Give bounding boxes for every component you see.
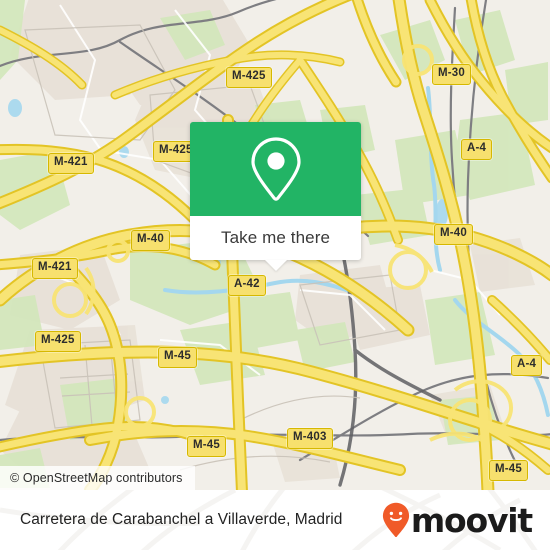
take-me-there-label: Take me there xyxy=(220,228,331,247)
highway-shield: M-425 xyxy=(35,331,81,352)
highway-shield: M-45 xyxy=(158,347,198,368)
highway-shield: M-45 xyxy=(187,436,227,457)
highway-shield: M-45 xyxy=(489,460,529,481)
take-me-there-button[interactable]: Take me there xyxy=(190,216,361,271)
card-pin-area xyxy=(190,122,361,216)
osm-attribution-text: © OpenStreetMap contributors xyxy=(10,471,183,485)
highway-shield: A-42 xyxy=(228,275,266,296)
footer-content: Carretera de Carabanchel a Villaverde, M… xyxy=(0,490,550,550)
moovit-wordmark: moovit xyxy=(410,500,533,540)
highway-shield: M-421 xyxy=(48,153,94,174)
highway-shield: M-40 xyxy=(434,224,474,245)
osm-attribution[interactable]: © OpenStreetMap contributors xyxy=(0,466,195,490)
card-pointer-tail xyxy=(264,260,287,271)
highway-shield: M-425 xyxy=(226,67,272,88)
moovit-smiley-pin-icon xyxy=(382,502,409,538)
highway-shield: A-4 xyxy=(461,139,493,160)
footer-bar: Carretera de Carabanchel a Villaverde, M… xyxy=(0,490,550,550)
location-pin-icon xyxy=(250,137,301,201)
highway-shield: M-403 xyxy=(287,428,333,449)
moovit-logo[interactable]: moovit xyxy=(382,500,533,540)
moovit-map-share-page: © OpenStreetMap contributors M-425 M-425 M… xyxy=(0,0,550,550)
highway-shield: M-421 xyxy=(32,258,78,279)
highway-shield: M-40 xyxy=(131,230,171,251)
highway-shield: A-4 xyxy=(511,355,543,376)
location-title: Carretera de Carabanchel a Villaverde, M… xyxy=(20,511,343,528)
take-me-there-card[interactable]: Take me there xyxy=(190,122,361,271)
highway-shield: M-30 xyxy=(432,64,472,85)
